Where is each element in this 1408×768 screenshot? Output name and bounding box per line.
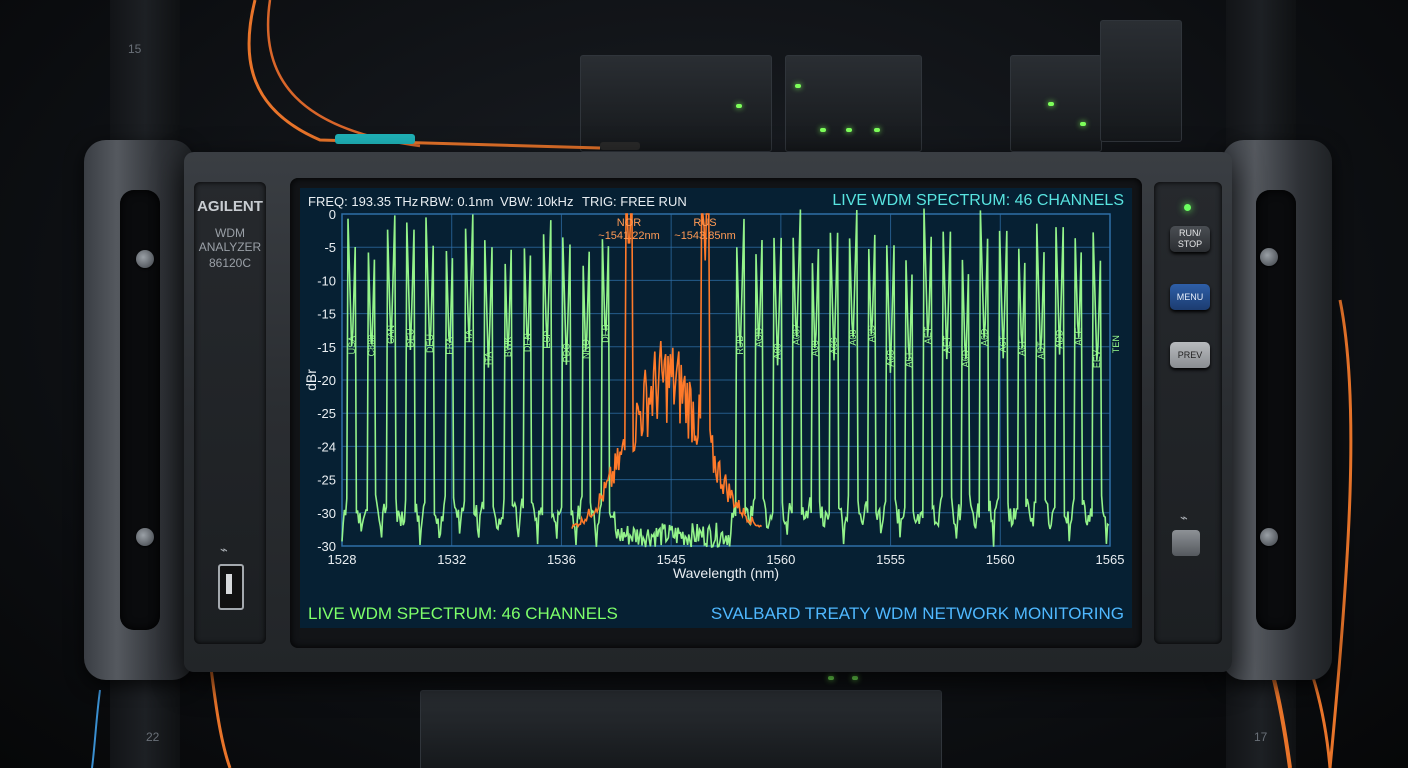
screen-bezel: FREQ: 193.35 THz RBW: 0.1nm VBW: 10kHz T… [290, 178, 1142, 648]
channel-label: ESP [542, 331, 552, 349]
channel-label: DEU [406, 329, 416, 348]
x-tick-label: 1532 [437, 552, 466, 567]
y-tick-label: -24 [317, 439, 336, 454]
channel-label: ITA [484, 352, 494, 365]
run-stop-button[interactable]: RUN/ STOP [1170, 226, 1210, 252]
channel-label: A6D [979, 328, 989, 346]
channel-label: TEN [1111, 335, 1121, 353]
model-label: ANALYZER [198, 240, 262, 254]
y-tick-label: -15 [317, 307, 336, 322]
channel-label: A6S [885, 350, 895, 367]
channel-label: AOD [754, 327, 764, 347]
channel-label: ADD [1055, 329, 1065, 349]
channel-label: A087 [791, 324, 801, 345]
wdm-analyzer: AGILENT WDM ANALYZER 86120C ⌁ FREQ: 193.… [84, 140, 1332, 680]
channel-label: A08 [848, 330, 858, 346]
highlight-channel-code: RUS [693, 217, 716, 229]
channel-label: NNO [581, 339, 591, 359]
screw-icon [1260, 528, 1278, 546]
highlight-channel-wavelength: ~1543.85nm [674, 230, 735, 242]
brand-logo: AGILENT [197, 198, 263, 215]
highlight-channel-code: NOR [617, 217, 642, 229]
y-tick-label: -25 [317, 473, 336, 488]
x-tick-label: 1560 [986, 552, 1015, 567]
channel-label: USA [347, 336, 357, 355]
channel-label: CAN [386, 325, 396, 344]
y-tick-label: 0 [329, 207, 336, 222]
channel-label: ADT [1036, 341, 1046, 360]
channel-label: DEN [523, 333, 533, 352]
channel-label: C880 [367, 335, 377, 357]
channel-label: DEB [601, 324, 611, 343]
y-tick-label: -10 [317, 273, 336, 288]
instrument-chassis: AGILENT WDM ANALYZER 86120C ⌁ FREQ: 193.… [184, 152, 1232, 672]
usb-port[interactable] [218, 564, 244, 610]
power-led [1184, 204, 1191, 211]
channel-label: EEV [1092, 350, 1102, 368]
screw-icon [136, 250, 154, 268]
channel-label: AET [942, 335, 952, 353]
x-tick-label: 1565 [1096, 552, 1125, 567]
y-tick-label: -30 [317, 506, 336, 521]
channel-label: A6D [961, 349, 971, 367]
screw-icon [1260, 248, 1278, 266]
y-tick-label: -5 [324, 240, 336, 255]
network-banner: SVALBARD TREATY WDM NETWORK MONITORING [710, 604, 1124, 623]
y-axis-label: dBr [303, 369, 319, 391]
channel-spectrum-trace [341, 208, 1110, 548]
channel-label: A00 [773, 343, 783, 359]
channel-label: AET [923, 326, 933, 344]
channel-label: ITA [464, 330, 474, 343]
spectrum-display: FREQ: 193.35 THz RBW: 0.1nm VBW: 10kHz T… [300, 188, 1132, 628]
channel-label: BWK [503, 337, 513, 358]
screw-icon [136, 528, 154, 546]
menu-button[interactable]: MENU [1170, 284, 1210, 310]
highlight-channel-wavelength: ~1541.22nm [598, 230, 659, 242]
channel-label: A6T [998, 335, 1008, 352]
y-tick-label: -25 [317, 406, 336, 421]
channel-label: FRA [445, 337, 455, 355]
fiber-connector[interactable] [1172, 530, 1200, 556]
spectrum-chart: 0-5-10-15-15-20-25-24-25-30-301528 1532 15… [303, 207, 1125, 581]
channel-label: A6S [829, 337, 839, 354]
channel-count-banner: LIVE WDM SPECTRUM: 46 CHANNELS [308, 604, 618, 623]
prev-button[interactable]: PREV [1170, 342, 1210, 368]
channel-label: A6T [1017, 339, 1027, 356]
x-tick-label: 1528 [328, 552, 357, 567]
model-number: 86120C [208, 256, 252, 270]
y-tick-label: -15 [317, 340, 336, 355]
channel-label: A08 [810, 340, 820, 356]
right-handle[interactable] [1222, 140, 1332, 680]
usb-icon: ⌁ [220, 542, 228, 557]
channel-label: PDC [562, 343, 572, 363]
channel-label: AEE [1073, 327, 1083, 345]
channel-label: A6S [867, 325, 877, 342]
model-label: WDM [215, 226, 245, 240]
left-handle[interactable] [84, 140, 194, 680]
x-tick-label: 1555 [876, 552, 905, 567]
x-tick-label: 1536 [547, 552, 576, 567]
x-axis-label: Wavelength (nm) [673, 565, 779, 581]
rack-scene: 15 22 17 AGILENT WDM ANALYZER 86120C ⌁ F… [0, 0, 1408, 768]
left-panel: AGILENT WDM ANALYZER 86120C ⌁ [194, 182, 266, 644]
channel-label: RUD [735, 335, 745, 355]
channel-label: DEU [425, 334, 435, 353]
usb-icon: ⌁ [1180, 510, 1188, 525]
highlighted-spectrum-trace [571, 213, 763, 529]
channel-label: A6T [904, 351, 914, 368]
y-tick-label: -20 [317, 373, 336, 388]
right-panel: RUN/ STOP MENU PREV ⌁ [1154, 182, 1222, 644]
